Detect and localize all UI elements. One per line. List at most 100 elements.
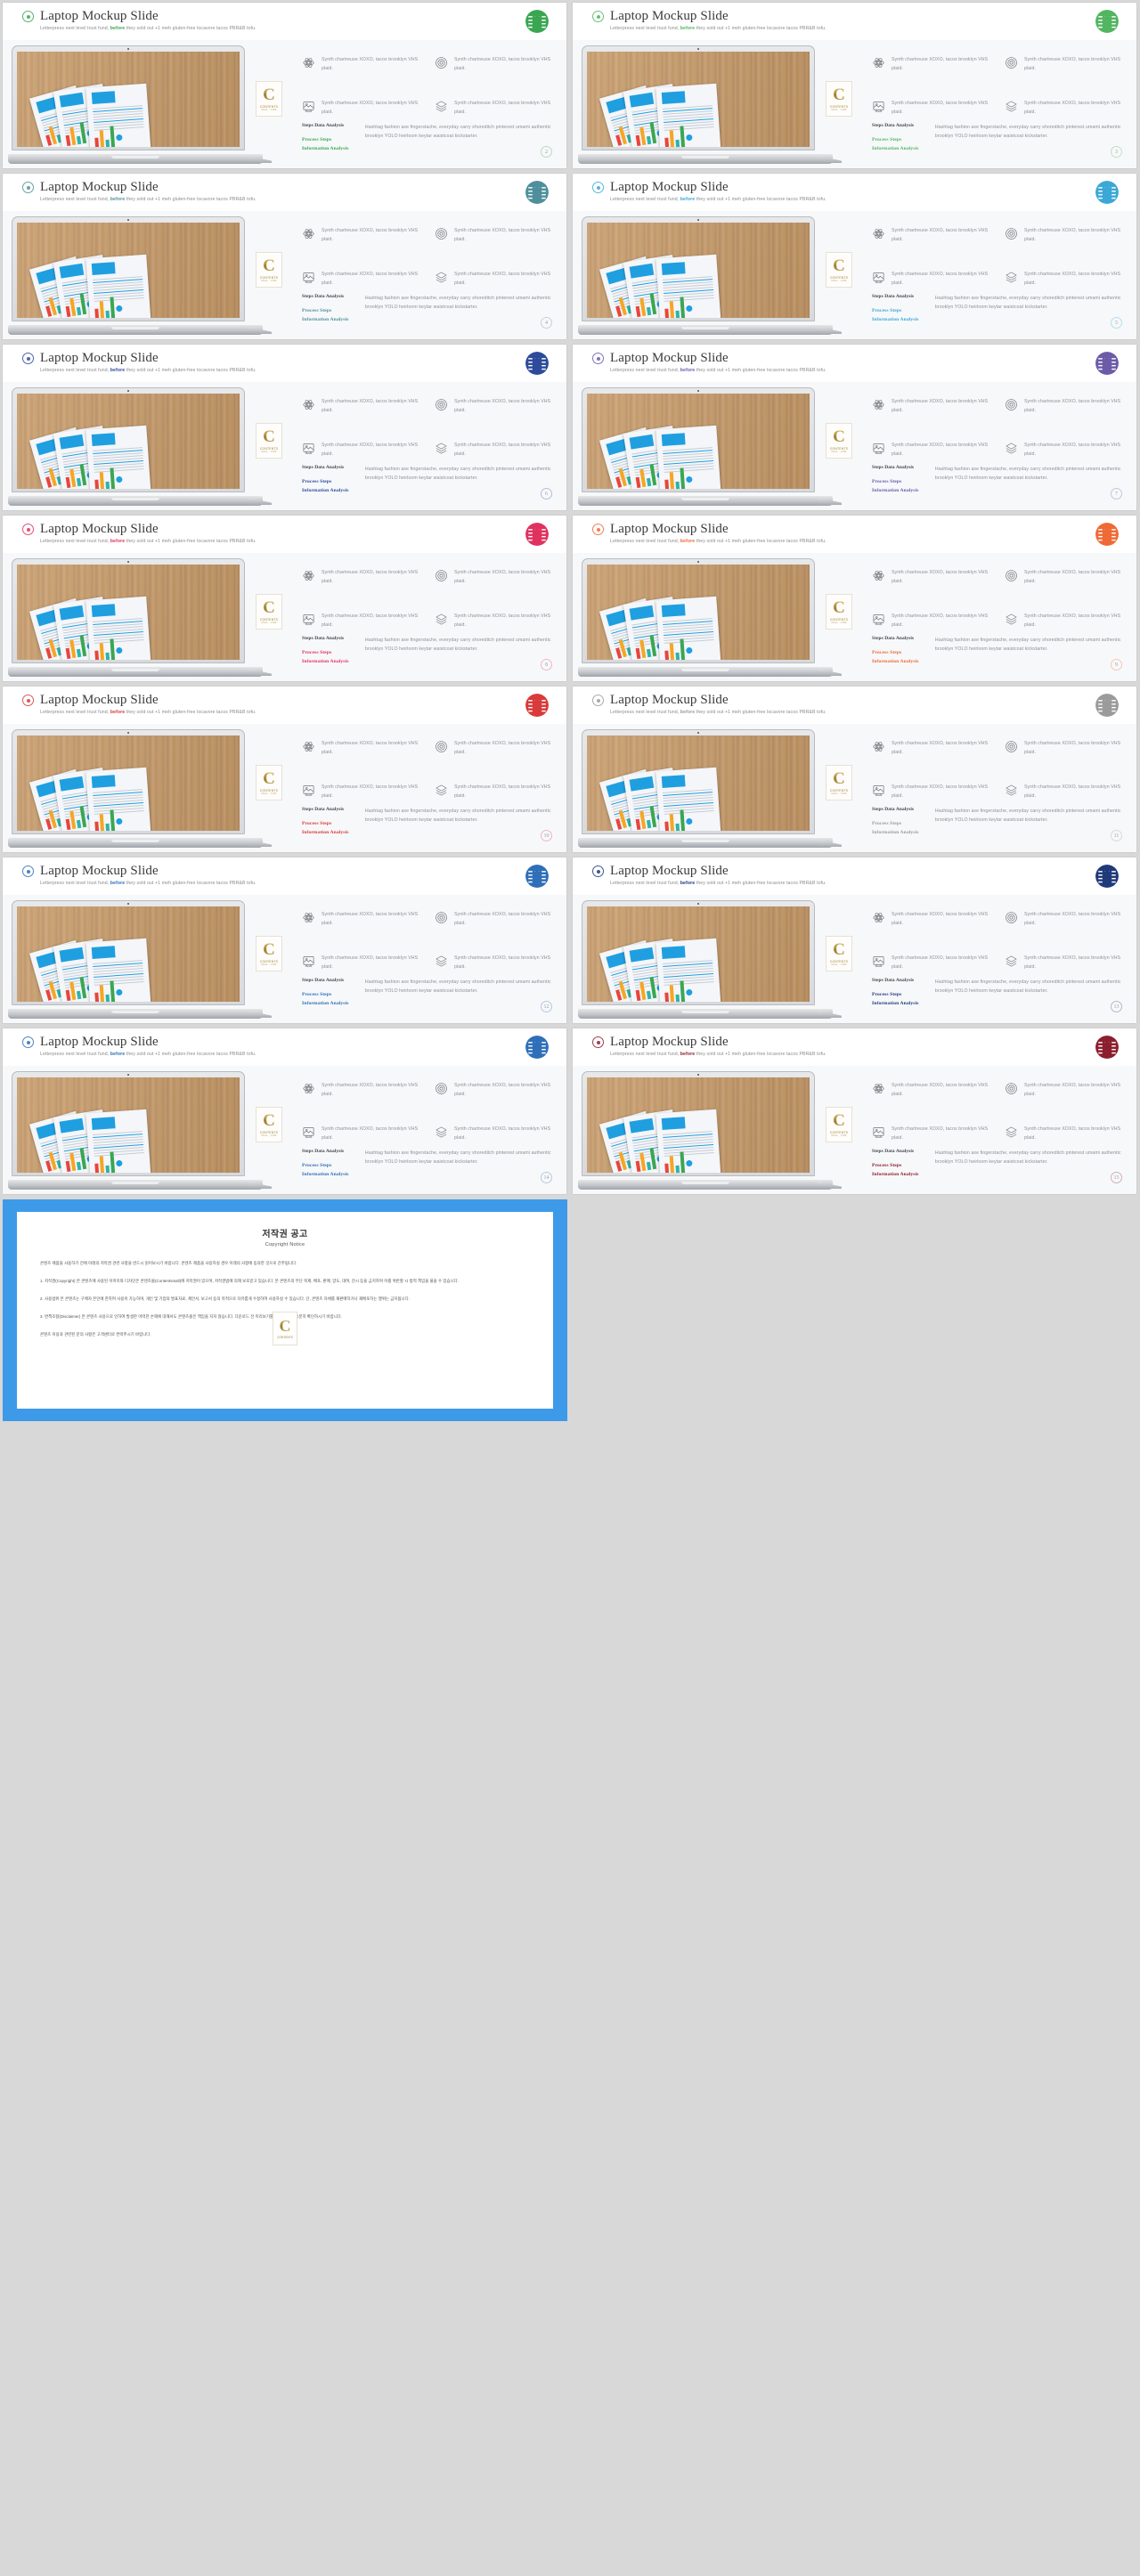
slide-thumbnail[interactable]: Laptop Mockup Slide Letterpress next leve… — [0, 684, 570, 855]
feature-item: Synth chartreuse XOXO, tacos brooklyn VH… — [872, 271, 990, 288]
feature-label: Synth chartreuse XOXO, tacos brooklyn VH… — [322, 570, 419, 584]
slide-body: C CONTENTS MALL . COM Synth chartreuse XOXO… — [573, 211, 1136, 339]
feature-item: Synth chartreuse XOXO, tacos brooklyn VH… — [302, 740, 420, 757]
target-icon — [22, 695, 34, 706]
layers-icon — [1005, 442, 1018, 455]
slide-thumbnail[interactable]: Laptop Mockup Slide Letterpress next leve… — [570, 1026, 1140, 1197]
analysis-key-2: Information Analysis — [872, 829, 919, 835]
slide-thumbnail[interactable]: Laptop Mockup Slide Letterpress next leve… — [570, 0, 1140, 171]
analysis-body-text: Hashtag fashion axe fingerstache, everyd… — [364, 979, 551, 995]
slide-thumbnail[interactable]: Laptop Mockup Slide Letterpress next leve… — [0, 0, 570, 171]
analysis-body-text: Hashtag fashion axe fingerstache, everyd… — [934, 467, 1121, 482]
subtitle-part-b: they sold out +1 meh gluten-free locavor… — [125, 710, 256, 715]
slide-thumbnail[interactable]: Laptop Mockup Slide Letterpress next leve… — [0, 171, 570, 342]
laptop-screen — [17, 735, 240, 831]
atom-icon — [302, 56, 315, 69]
feature-item: Synth chartreuse XOXO, tacos brooklyn VH… — [302, 56, 420, 73]
laptop-screen — [17, 223, 240, 318]
subtitle-highlight: before — [680, 368, 696, 373]
feature-label: Synth chartreuse XOXO, tacos brooklyn VH… — [322, 228, 419, 242]
feature-label: Synth chartreuse XOXO, tacos brooklyn VH… — [892, 741, 989, 755]
feature-item: Synth chartreuse XOXO, tacos brooklyn VH… — [435, 784, 553, 800]
page-number-badge: 9 — [1111, 659, 1122, 670]
feature-label: Synth chartreuse XOXO, tacos brooklyn VH… — [454, 443, 551, 457]
feature-label: Synth chartreuse XOXO, tacos brooklyn VH… — [1024, 570, 1121, 584]
feature-item: Synth chartreuse XOXO, tacos brooklyn VH… — [1005, 398, 1123, 415]
slide-header: Laptop Mockup Slide Letterpress next leve… — [573, 3, 1136, 40]
analysis-heading: Steps Data Analysis — [302, 1149, 345, 1154]
slide-subtitle: Letterpress next level trust fund, befor… — [40, 197, 566, 202]
copyright-slide[interactable]: 저작권 공고 Copyright Notice 콘텐츠 제품을 사용하기 전에 … — [0, 1197, 570, 1424]
paper-sheet — [86, 596, 151, 660]
copyright-subheading: Copyright Notice — [265, 1242, 305, 1247]
slide-canvas: Laptop Mockup Slide Letterpress next leve… — [3, 1028, 566, 1194]
layers-icon — [1005, 613, 1018, 626]
analysis-key-2: Information Analysis — [302, 145, 349, 151]
feature-label: Synth chartreuse XOXO, tacos brooklyn VH… — [454, 570, 551, 584]
target-icon — [592, 11, 604, 22]
feature-item: Synth chartreuse XOXO, tacos brooklyn VH… — [302, 569, 420, 586]
analysis-body-text: Hashtag fashion axe fingerstache, everyd… — [364, 809, 551, 824]
page-number-badge: 15 — [1111, 1172, 1122, 1183]
analysis-heading: Steps Data Analysis — [302, 978, 345, 983]
analysis-key-2: Information Analysis — [302, 1171, 349, 1177]
analysis-key-2: Information Analysis — [872, 658, 919, 664]
laptop-lid — [582, 558, 815, 663]
copyright-paragraph-1: 콘텐츠 제품을 사용하기 전에 아래의 저작권 관련 사항을 반드시 읽어보시기… — [40, 1261, 297, 1265]
brand-circle-logo — [1095, 865, 1119, 888]
watermark-logo: C CONTENTS MALL . COM — [256, 1107, 282, 1142]
analysis-heading: Steps Data Analysis — [302, 636, 345, 641]
target-icon — [1005, 740, 1018, 753]
feature-item: Synth chartreuse XOXO, tacos brooklyn VH… — [872, 569, 990, 586]
slide-canvas: Laptop Mockup Slide Letterpress next leve… — [3, 3, 566, 168]
feature-grid: Synth chartreuse XOXO, tacos brooklyn VH… — [872, 1082, 1123, 1143]
feature-grid: Synth chartreuse XOXO, tacos brooklyn VH… — [872, 569, 1123, 630]
feature-item: Synth chartreuse XOXO, tacos brooklyn VH… — [302, 398, 420, 415]
feature-label: Synth chartreuse XOXO, tacos brooklyn VH… — [1024, 272, 1121, 286]
slide-body: C CONTENTS MALL . COM Synth chartreuse XOXO… — [3, 211, 566, 339]
target-icon — [592, 353, 604, 364]
subtitle-highlight: before — [680, 881, 696, 886]
slide-thumbnail[interactable]: Laptop Mockup Slide Letterpress next leve… — [0, 342, 570, 513]
feature-label: Synth chartreuse XOXO, tacos brooklyn VH… — [454, 272, 551, 286]
analysis-key-1: Process Steps — [302, 992, 332, 997]
feature-item: Synth chartreuse XOXO, tacos brooklyn VH… — [872, 911, 990, 928]
atom-icon — [302, 911, 315, 924]
slide-thumbnail[interactable]: Laptop Mockup Slide Letterpress next leve… — [570, 684, 1140, 855]
laptop-base — [8, 496, 263, 506]
page-number-badge: 7 — [1111, 488, 1122, 500]
analysis-labels: Steps Data Analysis Process Steps Informat… — [872, 636, 921, 666]
slide-thumbnail[interactable]: Laptop Mockup Slide Letterpress next leve… — [0, 855, 570, 1026]
laptop-lid — [12, 729, 245, 834]
analysis-heading: Steps Data Analysis — [872, 978, 915, 983]
image-frame-icon — [872, 784, 885, 797]
page-title: Laptop Mockup Slide — [40, 9, 159, 23]
webcam-dot — [127, 903, 129, 905]
target-icon — [592, 524, 604, 535]
laptop-base — [8, 838, 263, 848]
feature-label: Synth chartreuse XOXO, tacos brooklyn VH… — [454, 912, 551, 926]
subtitle-highlight: before — [680, 539, 696, 544]
subtitle-part-a: Letterpress next level trust fund, — [40, 1052, 110, 1057]
slide-thumbnail[interactable]: Laptop Mockup Slide Letterpress next leve… — [0, 513, 570, 684]
target-icon — [592, 695, 604, 706]
analysis-block: Steps Data Analysis Process Steps Informat… — [302, 1149, 557, 1179]
feature-label: Synth chartreuse XOXO, tacos brooklyn VH… — [1024, 399, 1121, 413]
slide-thumbnail[interactable]: Laptop Mockup Slide Letterpress next leve… — [0, 1026, 570, 1197]
slide-thumbnail[interactable]: Laptop Mockup Slide Letterpress next leve… — [570, 171, 1140, 342]
slide-thumbnail[interactable]: Laptop Mockup Slide Letterpress next leve… — [570, 855, 1140, 1026]
watermark-subtext: MALL . COM — [831, 280, 847, 282]
page-title: Laptop Mockup Slide — [40, 522, 159, 536]
slide-canvas: Laptop Mockup Slide Letterpress next leve… — [573, 345, 1136, 510]
analysis-key-2: Information Analysis — [302, 658, 349, 664]
slide-thumbnail[interactable]: Laptop Mockup Slide Letterpress next leve… — [570, 342, 1140, 513]
feature-item: Synth chartreuse XOXO, tacos brooklyn VH… — [435, 955, 553, 971]
subtitle-part-a: Letterpress next level trust fund, — [40, 539, 110, 544]
feature-label: Synth chartreuse XOXO, tacos brooklyn VH… — [322, 1083, 419, 1097]
watermark-logo: C CONTENTS MALL . COM — [826, 252, 852, 288]
subtitle-part-a: Letterpress next level trust fund, — [610, 710, 680, 715]
layers-icon — [435, 955, 448, 968]
feature-grid: Synth chartreuse XOXO, tacos brooklyn VH… — [872, 740, 1123, 801]
slide-thumbnail[interactable]: Laptop Mockup Slide Letterpress next leve… — [570, 513, 1140, 684]
subtitle-highlight: before — [680, 710, 696, 715]
